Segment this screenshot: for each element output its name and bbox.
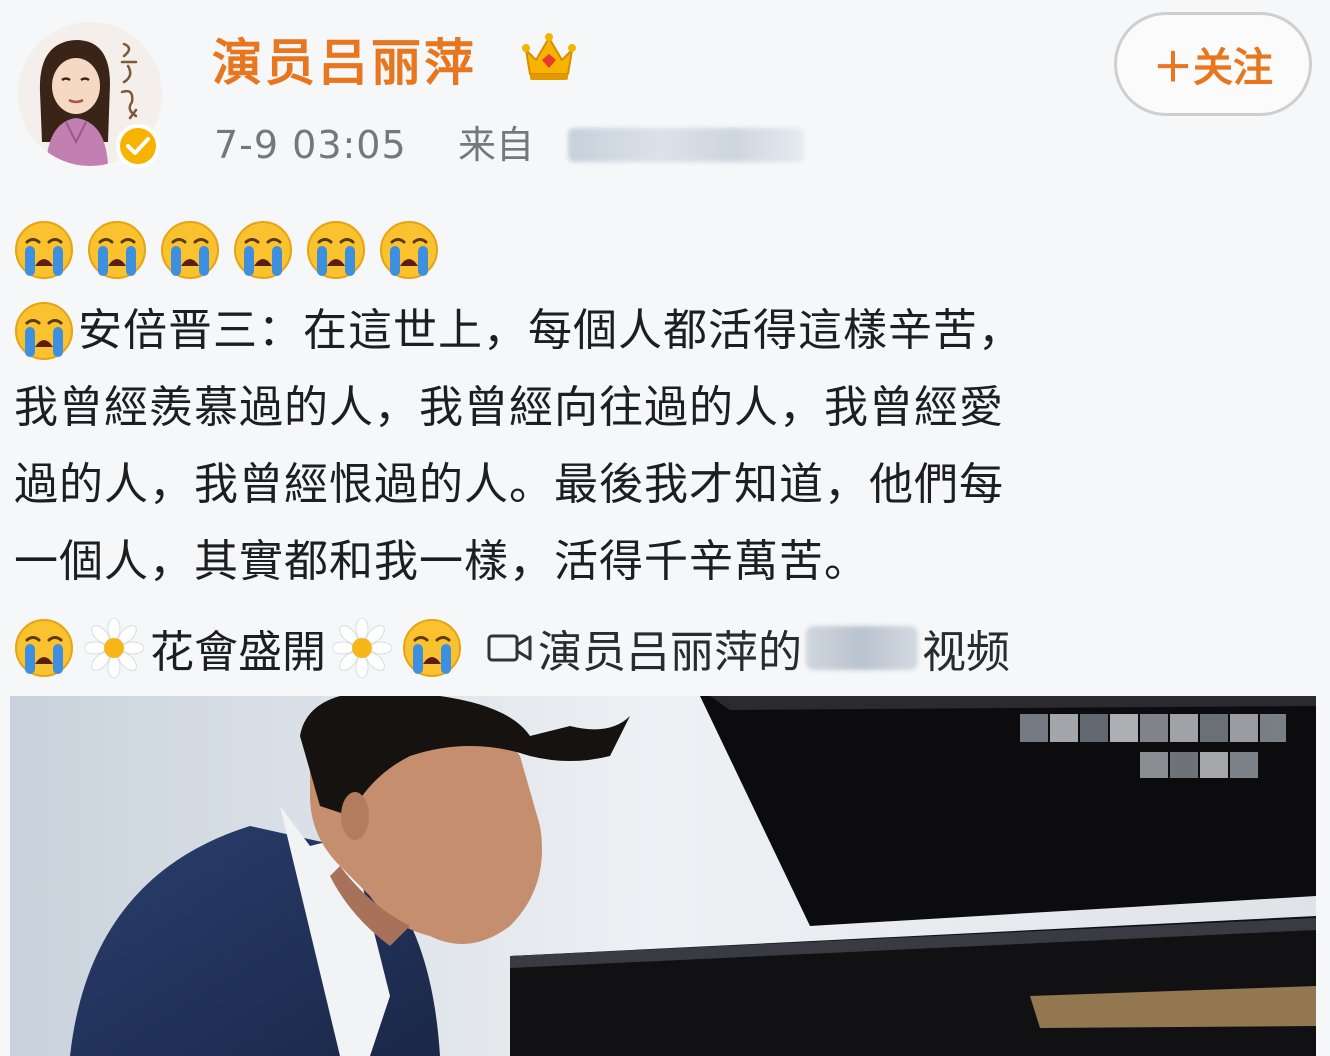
video-thumbnail[interactable] [10,696,1316,1056]
post-text-line: 安倍晋三：在這世上，每個人都活得這樣辛苦， [14,292,1314,369]
crying-emoji [14,220,74,280]
crying-emoji [87,220,147,280]
post-body: 安倍晋三：在這世上，每個人都活得這樣辛苦， 我曾經羨慕過的人，我曾經向往過的人，… [14,292,1314,600]
crying-emoji [306,220,366,280]
daisy-emoji [332,618,392,678]
post-time: 7-9 03:05 [214,123,407,167]
crying-emoji [14,301,74,361]
video-thumbnail-image [10,696,1316,1056]
post-text-line: 我曾經羨慕過的人，我曾經向往過的人，我曾經愛 [14,369,1314,446]
source-blurred [568,128,804,162]
video-icon [487,634,532,662]
crying-emoji [14,618,74,678]
video-name-blurred [806,626,918,670]
emoji-row [14,220,439,284]
daisy-emoji [84,618,144,678]
username[interactable]: 演员吕丽萍 [212,28,477,98]
crying-emoji [379,220,439,280]
post-text-line-2: 我曾經羨慕過的人，我曾經向往過的人，我曾經愛 [14,382,1004,433]
post-footer-line: 花會盛開 演员吕丽萍的 视频 [14,616,1010,680]
post-text-line: 過的人，我曾經恨過的人。最後我才知道，他們每 [14,446,1314,523]
post-text-line-3: 過的人，我曾經恨過的人。最後我才知道，他們每 [14,459,1004,510]
post-text-line-4: 一個人，其實都和我一樣，活得千辛萬苦。 [14,536,869,587]
flower-text: 花會盛開 [150,627,326,678]
verified-icon [116,124,160,168]
crying-emoji [402,618,462,678]
post-text-line: 一個人，其實都和我一樣，活得千辛萬苦。 [14,523,1314,600]
video-suffix: 视频 [922,627,1010,678]
video-prefix: 演员吕丽萍的 [538,627,802,678]
video-link[interactable]: 演员吕丽萍的 视频 [486,616,1010,680]
post-source-label: 来自 [458,123,535,167]
crying-emoji [233,220,293,280]
follow-button[interactable]: ＋关注 [1114,12,1312,116]
post-header: 演员吕丽萍 7-9 03:05 来自 ＋关注 [0,0,1330,190]
post-text-line-1: 安倍晋三：在這世上，每個人都活得這樣辛苦， [78,305,1023,356]
crying-emoji [160,220,220,280]
crown-icon [522,33,576,80]
